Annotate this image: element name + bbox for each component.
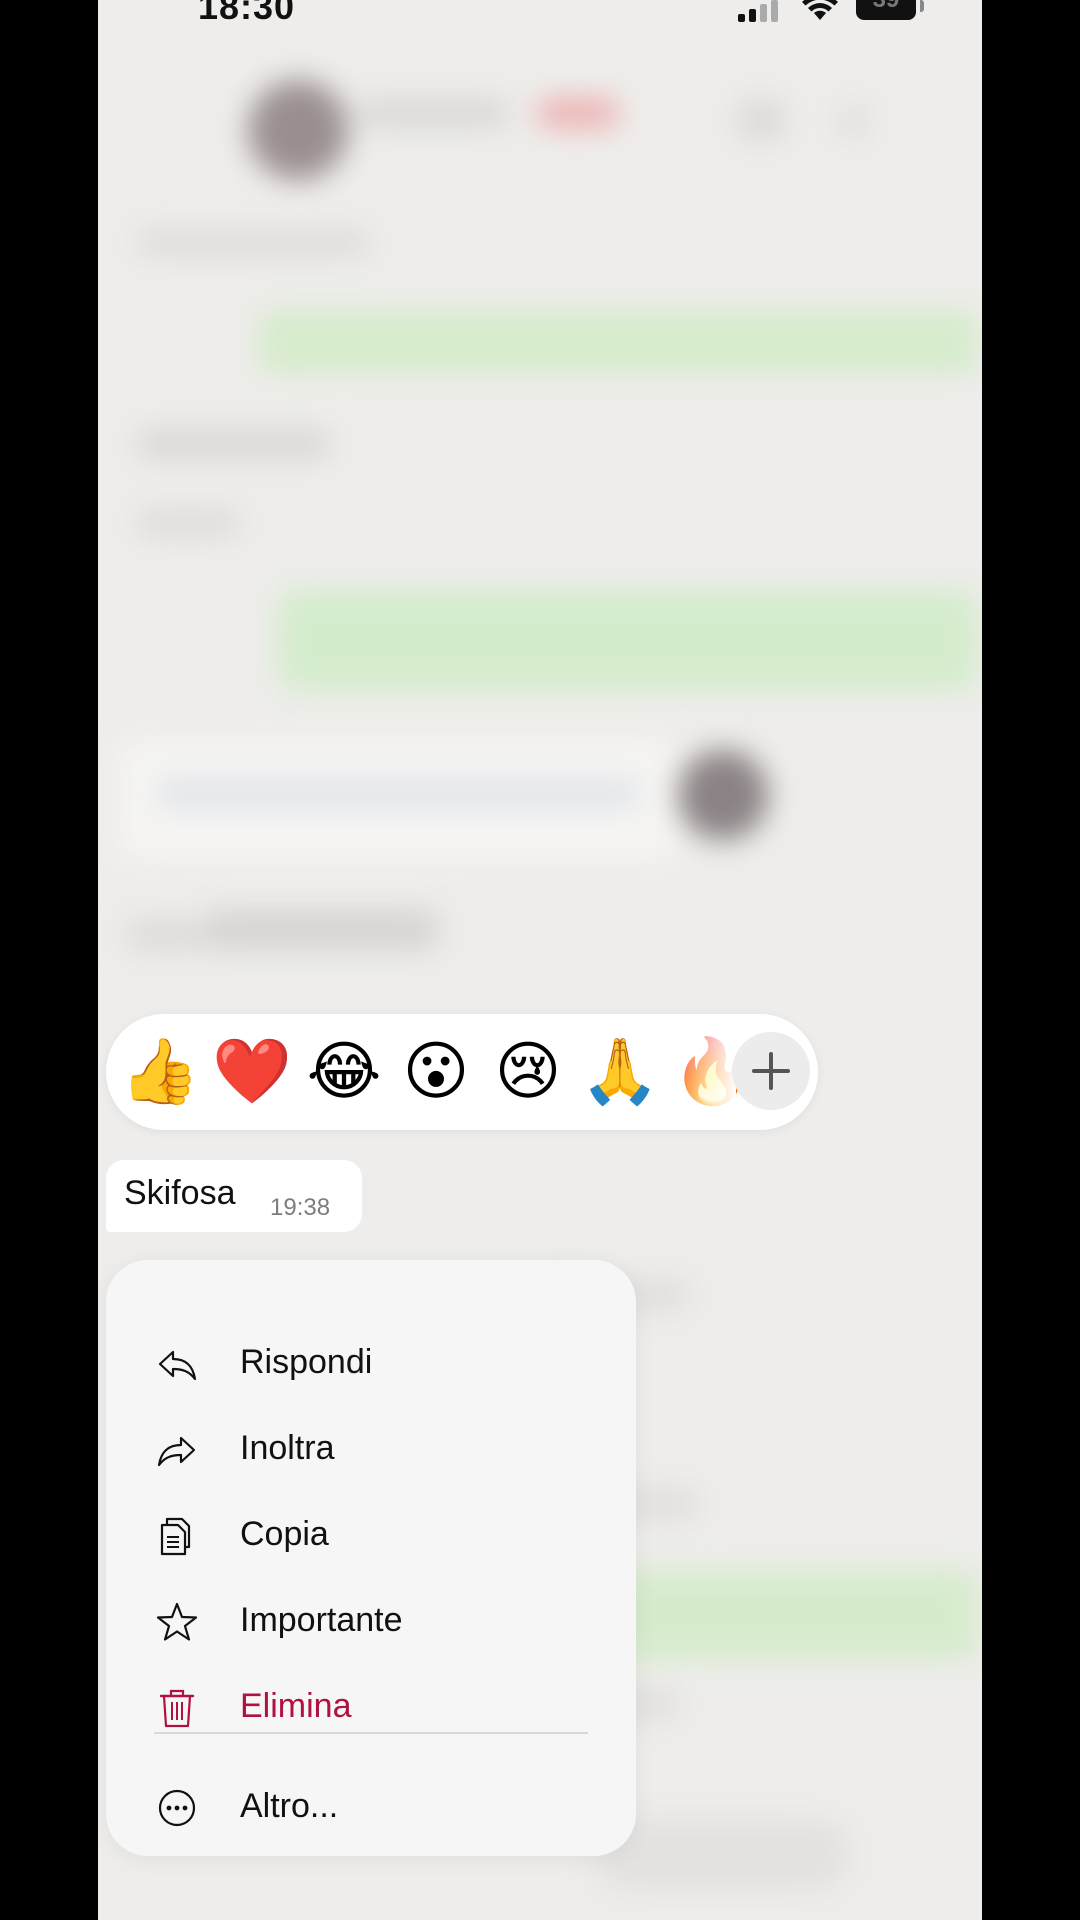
wifi-icon [802, 0, 838, 20]
reply-icon [158, 1350, 197, 1381]
reaction-praying-hands[interactable]: 🙏 [580, 1032, 660, 1112]
menu-item-label: Elimina [240, 1687, 352, 1725]
phone-screen: 18:30 39 👍 ❤️ 😂 😮 😢 🙏 🔥 Skifosa 19:38 [98, 0, 982, 1920]
menu-item-label: Importante [240, 1601, 403, 1639]
more-reactions-button[interactable] [732, 1032, 810, 1110]
copy-icon [160, 1517, 191, 1556]
more-icon [158, 1789, 196, 1827]
menu-item-important[interactable]: Importante [106, 1584, 636, 1658]
menu-item-label: Copia [240, 1515, 329, 1553]
menu-item-label: Rispondi [240, 1343, 373, 1381]
reaction-thumbs-up[interactable]: 👍 [120, 1032, 200, 1112]
battery-level: 39 [856, 0, 916, 14]
menu-item-label: Altro... [240, 1787, 339, 1825]
menu-item-forward[interactable]: Inoltra [106, 1412, 636, 1486]
message-text: Skifosa [124, 1174, 236, 1212]
menu-item-more[interactable]: Altro... [106, 1770, 636, 1844]
status-time: 18:30 [198, 0, 296, 27]
reaction-surprised[interactable]: 😮 [396, 1032, 476, 1112]
message-bubble[interactable]: Skifosa 19:38 [106, 1160, 362, 1232]
reaction-laughing[interactable]: 😂 [304, 1032, 384, 1112]
reaction-fade [666, 1014, 736, 1130]
menu-item-copy[interactable]: Copia [106, 1498, 636, 1572]
battery-tip [920, 0, 924, 12]
trash-icon [159, 1689, 195, 1728]
signal-icon [738, 0, 782, 22]
star-icon [156, 1602, 198, 1641]
forward-icon [157, 1436, 196, 1467]
status-bar: 18:30 39 [98, 0, 982, 30]
menu-item-label: Inoltra [240, 1429, 335, 1467]
reaction-crying[interactable]: 😢 [488, 1032, 568, 1112]
reaction-bar: 👍 ❤️ 😂 😮 😢 🙏 🔥 [106, 1014, 818, 1130]
context-menu: Rispondi Inoltra Copia Importante Elimin… [106, 1260, 636, 1856]
message-time: 19:38 [270, 1194, 331, 1221]
reaction-heart[interactable]: ❤️ [212, 1032, 292, 1112]
menu-item-reply[interactable]: Rispondi [106, 1326, 636, 1400]
battery-icon: 39 [856, 0, 916, 20]
menu-divider [154, 1732, 588, 1734]
